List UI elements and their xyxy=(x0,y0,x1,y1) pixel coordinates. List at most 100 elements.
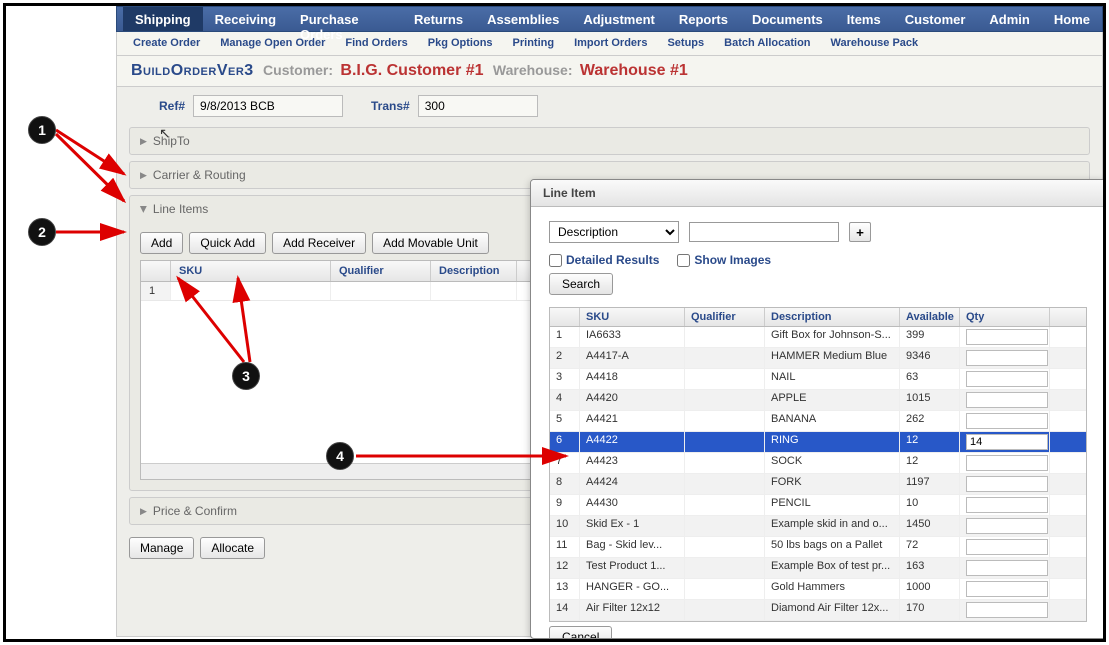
row-qty-cell xyxy=(960,600,1050,620)
row-available: 12 xyxy=(900,453,960,473)
add-filter-button[interactable]: + xyxy=(849,222,871,242)
topnav-assemblies[interactable]: Assemblies xyxy=(475,7,571,31)
subnav-setups[interactable]: Setups xyxy=(657,32,714,55)
grid-header-qualifier[interactable]: Qualifier xyxy=(331,261,431,281)
row-sku: Bag - Skid lev... xyxy=(580,537,685,557)
row-qty-input[interactable] xyxy=(966,455,1048,471)
results-row[interactable]: 10Skid Ex - 1Example skid in and o...145… xyxy=(550,516,1086,537)
row-qualifier xyxy=(685,453,765,473)
results-row[interactable]: 12Test Product 1...Example Box of test p… xyxy=(550,558,1086,579)
results-row[interactable]: 5A4421BANANA262 xyxy=(550,411,1086,432)
show-images-checkbox[interactable]: Show Images xyxy=(677,253,771,267)
topnav-documents[interactable]: Documents xyxy=(740,7,835,31)
row-sku: A4422 xyxy=(580,432,685,452)
row-description: APPLE xyxy=(765,390,900,410)
results-row[interactable]: 2A4417-AHAMMER Medium Blue9346 xyxy=(550,348,1086,369)
topnav-purchase-orders[interactable]: Purchase Orders xyxy=(288,7,402,31)
detailed-results-checkbox-input[interactable] xyxy=(549,254,562,267)
results-row[interactable]: 7A4423SOCK12 xyxy=(550,453,1086,474)
add-movable-unit-button[interactable]: Add Movable Unit xyxy=(372,232,489,254)
ref-input[interactable] xyxy=(193,95,343,117)
row-qualifier xyxy=(685,390,765,410)
results-header-description[interactable]: Description xyxy=(765,308,900,326)
show-images-checkbox-input[interactable] xyxy=(677,254,690,267)
quick-add-button[interactable]: Quick Add xyxy=(189,232,266,254)
row-qty-input[interactable] xyxy=(966,476,1048,492)
manage-button[interactable]: Manage xyxy=(129,537,194,559)
row-qty-input[interactable] xyxy=(966,434,1048,450)
topnav-adjustment[interactable]: Adjustment xyxy=(571,7,667,31)
results-row[interactable]: 3A4418NAIL63 xyxy=(550,369,1086,390)
row-qualifier xyxy=(685,579,765,599)
add-receiver-button[interactable]: Add Receiver xyxy=(272,232,366,254)
annotation-2: 2 xyxy=(28,218,56,246)
results-row[interactable]: 6A4422RING12 xyxy=(550,432,1086,453)
results-header-qty[interactable]: Qty xyxy=(960,308,1050,326)
topnav-reports[interactable]: Reports xyxy=(667,7,740,31)
search-field-select[interactable]: Description xyxy=(549,221,679,243)
row-qty-input[interactable] xyxy=(966,329,1048,345)
row-index: 4 xyxy=(550,390,580,410)
topnav-shipping[interactable]: Shipping xyxy=(123,7,203,31)
results-row[interactable]: 9A4430PENCIL10 xyxy=(550,495,1086,516)
subnav-find-orders[interactable]: Find Orders xyxy=(335,32,417,55)
section-shipto-head[interactable]: ▶ ShipTo xyxy=(130,128,1089,154)
row-sku: A4424 xyxy=(580,474,685,494)
subnav-printing[interactable]: Printing xyxy=(503,32,565,55)
results-row[interactable]: 11Bag - Skid lev...50 lbs bags on a Pall… xyxy=(550,537,1086,558)
row-qty-input[interactable] xyxy=(966,350,1048,366)
grid-header-description[interactable]: Description xyxy=(431,261,517,281)
row-qty-input[interactable] xyxy=(966,497,1048,513)
results-header-available[interactable]: Available xyxy=(900,308,960,326)
row-sku: A4417-A xyxy=(580,348,685,368)
search-text-input[interactable] xyxy=(689,222,839,242)
search-button[interactable]: Search xyxy=(549,273,613,295)
subnav-pkg-options[interactable]: Pkg Options xyxy=(418,32,503,55)
topnav-customer[interactable]: Customer xyxy=(893,7,978,31)
topnav-admin[interactable]: Admin xyxy=(977,7,1041,31)
topnav-returns[interactable]: Returns xyxy=(402,7,475,31)
dialog-title: Line Item xyxy=(531,180,1105,207)
annotation-4: 4 xyxy=(326,442,354,470)
row-available: 12 xyxy=(900,432,960,452)
cancel-button[interactable]: Cancel xyxy=(549,626,612,639)
topnav-items[interactable]: Items xyxy=(835,7,893,31)
trans-label: Trans# xyxy=(371,99,410,113)
results-row[interactable]: 13HANGER - GO...Gold Hammers1000 xyxy=(550,579,1086,600)
row-index: 10 xyxy=(550,516,580,536)
row-qty-input[interactable] xyxy=(966,581,1048,597)
results-header-qualifier[interactable]: Qualifier xyxy=(685,308,765,326)
topnav-home[interactable]: Home xyxy=(1042,7,1102,31)
row-qty-input[interactable] xyxy=(966,560,1048,576)
grid-header-sku[interactable]: SKU xyxy=(171,261,331,281)
row-qty-cell xyxy=(960,432,1050,452)
subnav-import-orders[interactable]: Import Orders xyxy=(564,32,657,55)
row-qty-cell xyxy=(960,348,1050,368)
allocate-button[interactable]: Allocate xyxy=(200,537,265,559)
row-qty-input[interactable] xyxy=(966,413,1048,429)
row-qty-input[interactable] xyxy=(966,371,1048,387)
results-row[interactable]: 4A4420APPLE1015 xyxy=(550,390,1086,411)
row-qty-input[interactable] xyxy=(966,539,1048,555)
row-qty-input[interactable] xyxy=(966,518,1048,534)
row-description: PENCIL xyxy=(765,495,900,515)
row-sku: Air Filter 12x12 xyxy=(580,600,685,620)
row-qualifier xyxy=(685,537,765,557)
row-index: 12 xyxy=(550,558,580,578)
results-row[interactable]: 14Air Filter 12x12Diamond Air Filter 12x… xyxy=(550,600,1086,621)
subnav-warehouse-pack[interactable]: Warehouse Pack xyxy=(821,32,929,55)
topnav-receiving[interactable]: Receiving xyxy=(203,7,288,31)
subnav-create-order[interactable]: Create Order xyxy=(123,32,210,55)
row-description: SOCK xyxy=(765,453,900,473)
results-header-sku[interactable]: SKU xyxy=(580,308,685,326)
trans-input[interactable] xyxy=(418,95,538,117)
row-qty-input[interactable] xyxy=(966,602,1048,618)
row-qty-input[interactable] xyxy=(966,392,1048,408)
results-row[interactable]: 1IA6633Gift Box for Johnson-S...399 xyxy=(550,327,1086,348)
add-button[interactable]: Add xyxy=(140,232,183,254)
detailed-results-checkbox[interactable]: Detailed Results xyxy=(549,253,659,267)
results-row[interactable]: 8A4424FORK1197 xyxy=(550,474,1086,495)
subnav-batch-allocation[interactable]: Batch Allocation xyxy=(714,32,820,55)
row-sku: HANGER - GO... xyxy=(580,579,685,599)
row-index: 7 xyxy=(550,453,580,473)
